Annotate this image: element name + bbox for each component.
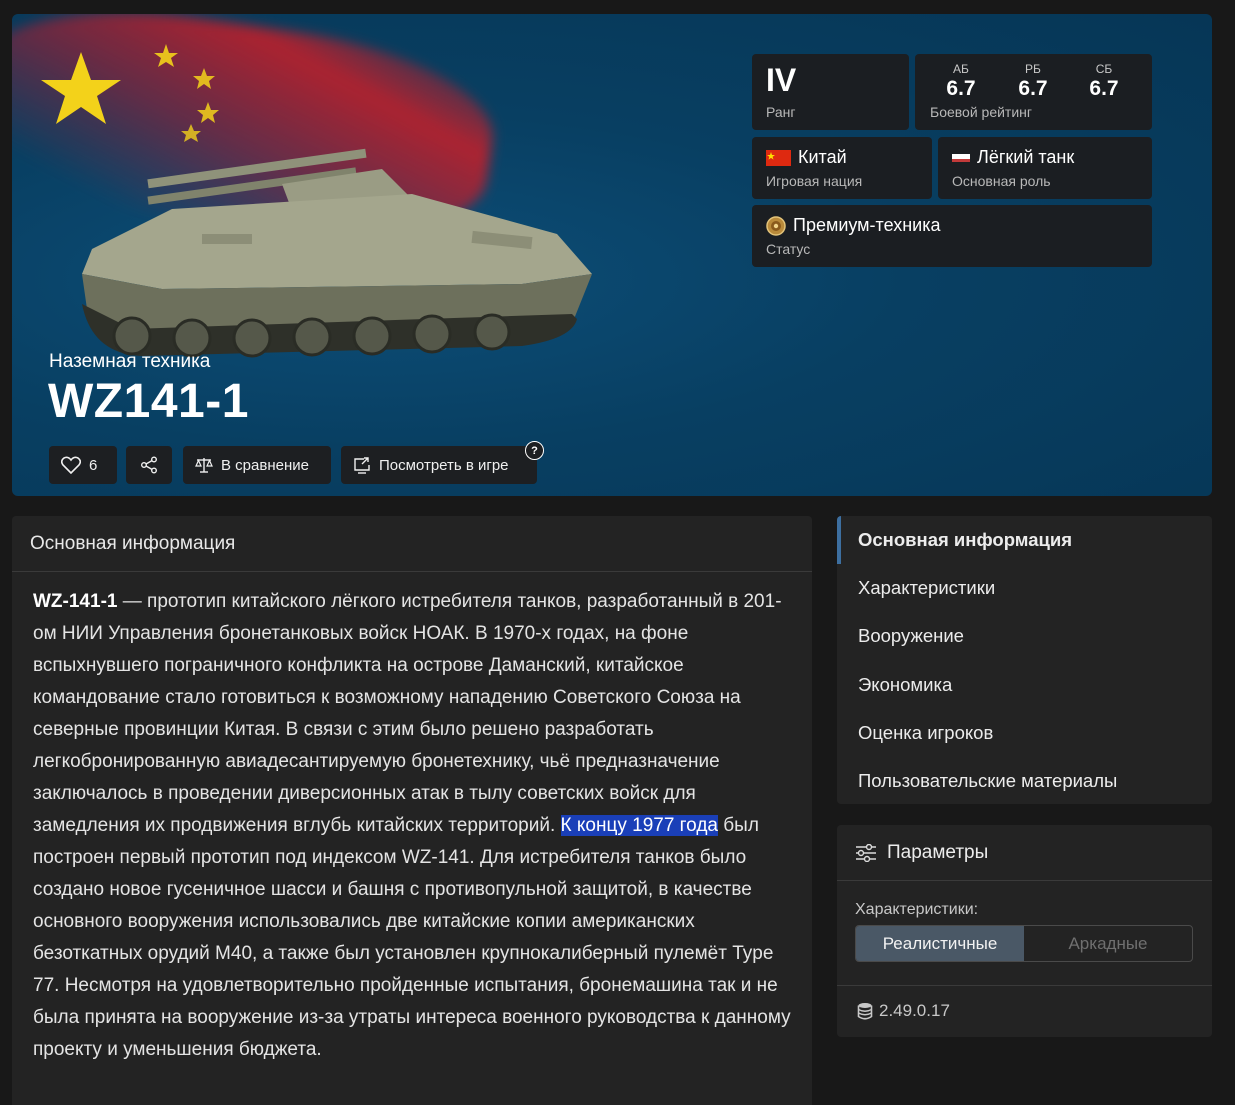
br-rb: РБ 6.7 <box>1008 62 1058 101</box>
br-mode-label: АБ <box>953 62 969 76</box>
mode-toggle: Реалистичные Аркадные <box>855 925 1193 962</box>
mode-realistic-option[interactable]: Реалистичные <box>856 926 1024 961</box>
tank-image <box>82 148 592 358</box>
parameters-header: Параметры <box>837 825 1212 881</box>
vehicle-hero: Наземная техника WZ141-1 6 В сравнение П… <box>12 14 1212 496</box>
section-nav: Основная информация Характеристики Воору… <box>837 516 1212 804</box>
like-button[interactable]: 6 <box>49 446 117 484</box>
nav-item-main-info[interactable]: Основная информация <box>837 516 1212 565</box>
mode-arcade-option[interactable]: Аркадные <box>1024 926 1192 961</box>
status-card[interactable]: Премиум-техника Статус <box>752 205 1152 267</box>
br-ab: АБ 6.7 <box>936 62 986 101</box>
version-number: 2.49.0.17 <box>879 1001 950 1020</box>
view-in-game-icon <box>354 456 370 474</box>
view-in-game-button[interactable]: Посмотреть в игре <box>341 446 537 484</box>
battle-rating-label: Боевой рейтинг <box>930 104 1032 120</box>
nav-item-economy[interactable]: Экономика <box>837 661 1212 709</box>
br-mode-label: РБ <box>1025 62 1041 76</box>
vehicle-category: Наземная техника <box>49 351 211 372</box>
parameters-title: Параметры <box>887 841 989 863</box>
nav-item-user-materials[interactable]: Пользовательские материалы <box>837 757 1212 804</box>
heart-icon <box>61 456 81 474</box>
compare-label: В сравнение <box>221 456 309 474</box>
share-button[interactable] <box>126 446 172 484</box>
nation-value: Китай <box>798 147 847 167</box>
help-icon[interactable]: ? <box>525 441 544 460</box>
status-label: Статус <box>766 241 811 257</box>
vehicle-title: WZ141-1 <box>48 375 249 428</box>
battle-rating-card: АБ 6.7 РБ 6.7 СБ 6.7 Боевой рейтинг <box>915 54 1152 130</box>
role-value: Лёгкий танк <box>977 147 1075 167</box>
nav-item-characteristics[interactable]: Характеристики <box>837 564 1212 612</box>
main-info-text: WZ-141-1 — прототип китайского лёгкого и… <box>12 572 812 1066</box>
light-tank-icon <box>952 153 970 162</box>
like-count: 6 <box>89 456 98 474</box>
role-label: Основная роль <box>952 173 1051 189</box>
characteristics-mode-label: Характеристики: <box>855 901 979 918</box>
nation-label: Игровая нация <box>766 173 863 189</box>
br-sb: СБ 6.7 <box>1079 62 1129 101</box>
rank-label: Ранг <box>766 104 796 120</box>
parameters-panel: Параметры Характеристики: Реалистичные А… <box>837 825 1212 1037</box>
nation-card[interactable]: Китай Игровая нация <box>752 137 932 199</box>
premium-icon <box>766 215 786 236</box>
share-icon <box>141 456 157 474</box>
nav-item-player-rating[interactable]: Оценка игроков <box>837 709 1212 757</box>
view-in-game-label: Посмотреть в игре <box>379 456 509 474</box>
rank-card: IV Ранг <box>752 54 909 130</box>
vehicle-name-bold: WZ-141-1 <box>33 591 118 612</box>
sliders-icon <box>856 843 876 862</box>
br-mode-value: 6.7 <box>1018 77 1048 100</box>
main-info-header: Основная информация <box>12 516 812 572</box>
compare-button[interactable]: В сравнение <box>183 446 331 484</box>
game-version: 2.49.0.17 <box>857 1001 950 1021</box>
divider <box>837 985 1212 986</box>
description-part: был построен первый прототип под индексо… <box>33 815 791 1060</box>
role-card[interactable]: Лёгкий танк Основная роль <box>938 137 1152 199</box>
scales-icon <box>195 458 213 473</box>
br-mode-value: 6.7 <box>946 77 976 100</box>
status-value: Премиум-техника <box>793 215 941 235</box>
rank-value: IV <box>766 62 797 98</box>
database-icon <box>857 1003 873 1020</box>
selected-text: К концу 1977 года <box>560 815 718 836</box>
br-mode-value: 6.7 <box>1089 77 1119 100</box>
china-flag-icon <box>766 149 791 166</box>
nav-item-armament[interactable]: Вооружение <box>837 612 1212 660</box>
main-info-panel: Основная информация WZ-141-1 — прототип … <box>12 516 812 1105</box>
br-mode-label: СБ <box>1095 62 1113 76</box>
description-part: — прототип китайского лёгкого истребител… <box>33 591 782 836</box>
